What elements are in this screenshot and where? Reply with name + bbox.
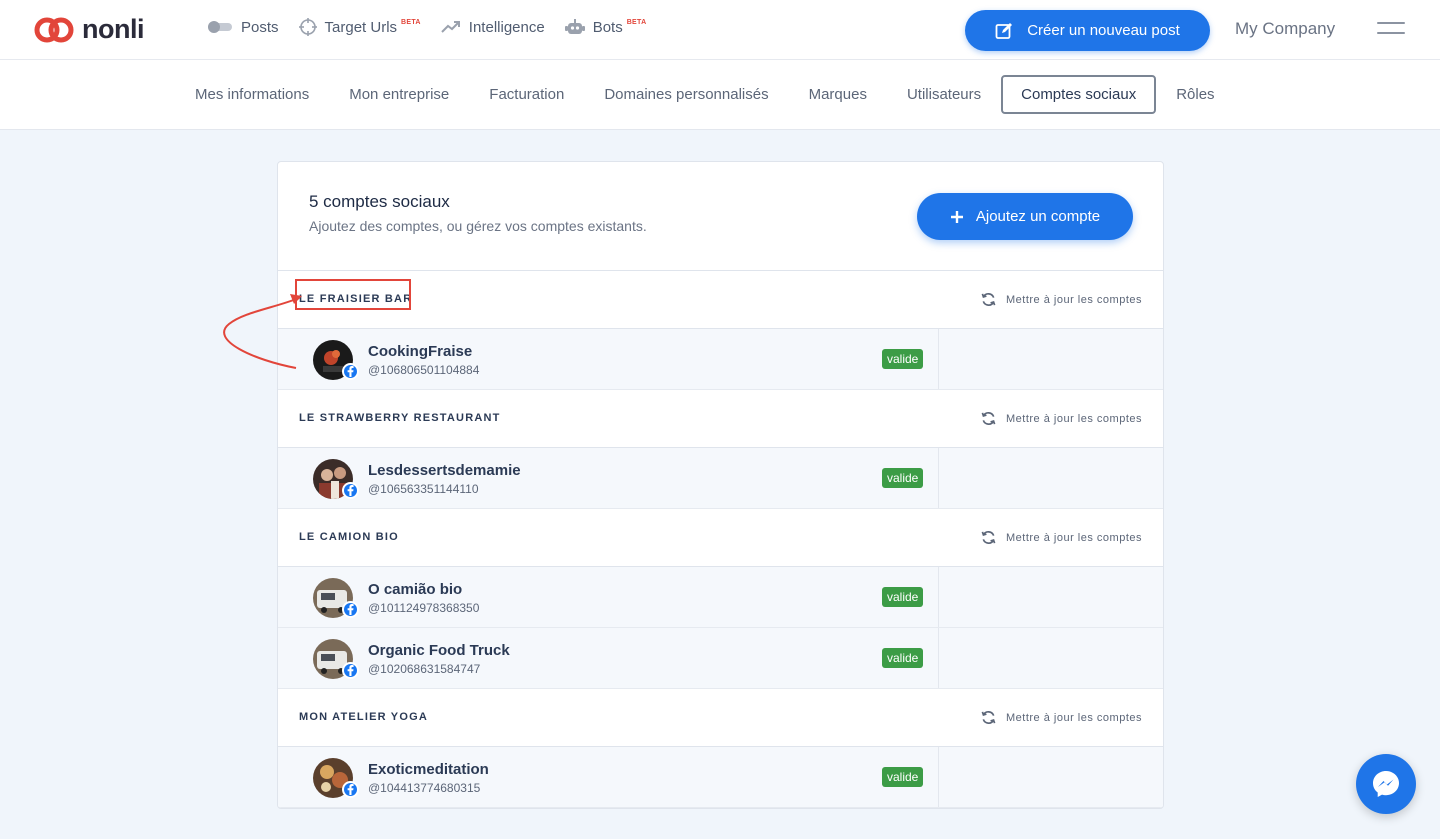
refresh-icon [981,412,996,425]
beta-badge: BETA [626,18,647,26]
top-navigation: nonli Posts Target Urls BETA Intelligenc… [0,0,1440,60]
card-subtitle: Ajoutez des comptes, ou gérez vos compte… [309,218,647,234]
facebook-icon [342,601,359,618]
facebook-icon [342,781,359,798]
update-accounts-label: Mettre à jour les comptes [1006,711,1142,724]
nav-label: Bots [592,18,623,36]
account-handle: @104413774680315 [368,781,481,795]
refresh-icon [981,293,996,306]
account-row[interactable]: Lesdessertsdemamie @106563351144110 vali… [278,448,1163,509]
logo-icon [34,17,74,42]
tab-mes-informations[interactable]: Mes informations [175,76,329,113]
facebook-icon [342,662,359,679]
hamburger-menu-icon[interactable] [1377,22,1405,38]
account-handle: @102068631584747 [368,662,481,676]
status-badge: valide [882,349,924,369]
plus-icon [950,210,963,223]
status-badge: valide [882,468,924,488]
status-badge: valide [882,648,924,668]
account-row[interactable]: Exoticmeditation @104413774680315 valide [278,747,1163,808]
tab-utilisateurs[interactable]: Utilisateurs [887,76,1001,113]
refresh-icon [981,711,996,724]
card-header: 5 comptes sociaux Ajoutez des comptes, o… [278,162,1163,271]
account-name: Organic Food Truck [368,642,510,659]
account-name: CookingFraise [368,343,473,360]
account-handle: @101124978368350 [368,601,480,615]
account-handle: @106806501104884 [368,363,480,377]
facebook-icon [342,363,359,380]
tab-comptes-sociaux[interactable]: Comptes sociaux [1001,75,1157,114]
facebook-icon [342,482,359,499]
account-actions-cell [938,567,1163,627]
trend-up-icon [441,21,460,33]
toggle-icon [208,21,232,33]
account-row[interactable]: CookingFraise @106806501104884 valide [278,329,1163,390]
account-handle: @106563351144110 [368,482,479,496]
nav-item-bots[interactable]: Bots BETA [564,18,647,36]
edit-icon [995,22,1013,39]
main-nav: Posts Target Urls BETA Intelligence Bots… [207,18,666,36]
account-actions-cell [938,747,1163,807]
add-account-label: Ajoutez un compte [975,208,1101,225]
account-name: O camião bio [368,581,463,598]
settings-tabs: Mes informations Mon entreprise Facturat… [0,60,1440,130]
update-accounts-link[interactable]: Mettre à jour les comptes [981,292,1142,307]
update-accounts-link[interactable]: Mettre à jour les comptes [981,530,1142,545]
group-name: LE CAMION BIO [299,531,399,543]
account-row[interactable]: Organic Food Truck @102068631584747 vali… [278,628,1163,689]
nav-label: Intelligence [468,18,545,36]
group-header: MON ATELIER YOGA Mettre à jour les compt… [278,689,1163,747]
update-accounts-link[interactable]: Mettre à jour les comptes [981,411,1142,426]
group-name: MON ATELIER YOGA [299,711,429,723]
tab-roles[interactable]: Rôles [1156,76,1234,113]
update-accounts-label: Mettre à jour les comptes [1006,531,1142,544]
logo-wordmark: nonli [82,14,144,44]
group-header: LE CAMION BIO Mettre à jour les comptes [278,509,1163,567]
account-actions-cell [938,329,1163,389]
nav-item-intelligence[interactable]: Intelligence [441,19,545,36]
status-badge: valide [882,587,924,607]
status-badge: valide [882,767,924,787]
crosshair-icon [298,18,317,36]
create-post-label: Créer un nouveau post [1027,22,1180,39]
robot-icon [564,19,585,34]
card-title: 5 comptes sociaux [309,192,450,211]
update-accounts-label: Mettre à jour les comptes [1006,293,1142,306]
update-accounts-link[interactable]: Mettre à jour les comptes [981,710,1142,725]
annotation-arrow-icon [223,294,302,369]
account-row[interactable]: O camião bio @101124978368350 valide [278,567,1163,628]
group-header: LE STRAWBERRY RESTAURANT Mettre à jour l… [278,390,1163,448]
refresh-icon [981,531,996,544]
account-actions-cell [938,628,1163,688]
nonli-logo[interactable]: nonli [34,14,144,45]
account-actions-cell [938,448,1163,508]
tab-mon-entreprise[interactable]: Mon entreprise [329,76,469,113]
create-post-button[interactable]: Créer un nouveau post [965,10,1210,51]
add-account-button[interactable]: Ajoutez un compte [917,193,1133,240]
beta-badge: BETA [401,18,421,26]
nav-item-target-urls[interactable]: Target Urls BETA [298,18,421,36]
account-name: Lesdessertsdemamie [368,462,521,479]
nav-item-posts[interactable]: Posts [207,19,279,36]
account-name: Exoticmeditation [368,761,489,778]
messenger-chat-button[interactable] [1356,754,1416,814]
messenger-icon [1373,771,1399,797]
tab-facturation[interactable]: Facturation [469,76,584,113]
update-accounts-label: Mettre à jour les comptes [1006,412,1142,425]
nav-label: Posts [241,18,279,36]
company-selector[interactable]: My Company [1235,19,1335,39]
tab-domaines-personnalises[interactable]: Domaines personnalisés [584,76,788,113]
nav-label: Target Urls [324,18,398,36]
group-name: LE STRAWBERRY RESTAURANT [299,412,501,424]
social-accounts-card: 5 comptes sociaux Ajoutez des comptes, o… [277,161,1164,809]
tab-marques[interactable]: Marques [789,76,887,113]
